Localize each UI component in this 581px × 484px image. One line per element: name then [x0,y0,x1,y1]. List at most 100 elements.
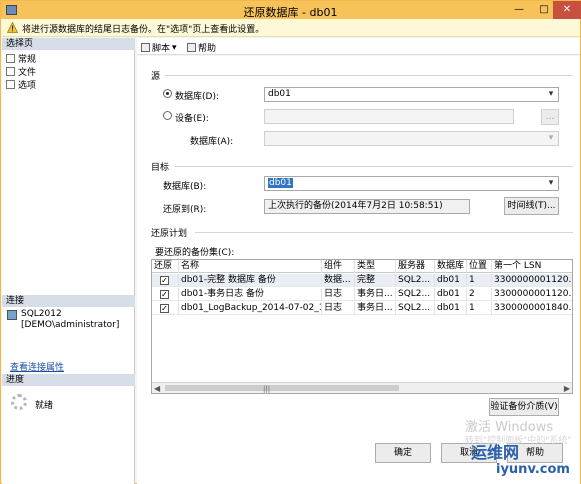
left-pane: 选择页 常规 文件 选项 连接 SQL2012 [DEMO\administra… [2,38,135,484]
progress-spinner-icon [11,394,27,410]
position-cell: 1 [467,274,492,287]
restore-cell[interactable]: ✓ [152,288,179,301]
name-cell: db01_LogBackup_2014-07-02_10... [179,302,322,315]
component-cell: 日志 [322,302,355,315]
page-label: 文件 [18,67,37,78]
divider [165,75,573,76]
connection-info: SQL2012 [DEMO\administrator] [21,309,119,331]
name-cell: db01-事务日志 备份 [179,288,322,301]
database-cell: db01 [435,288,467,301]
device-field[interactable] [264,109,514,124]
divider [195,232,573,233]
column-header[interactable]: 数据库 [435,260,467,273]
lsn-cell: 3300000001120... [494,289,572,299]
script-label: 脚本 [152,44,171,54]
lsn-cell: 3300000001120... [494,275,572,285]
device-radio[interactable] [163,111,172,120]
database-cell: db01 [435,274,467,287]
warning-text: 将进行源数据库的结尾日志备份。在"选项"页上查看此设置。 [22,25,265,35]
script-button[interactable]: 脚本 ▾ [141,41,177,54]
table-row[interactable]: ✓ db01-完整 数据库 备份 数据... 完整 SQL2... db01 1… [152,274,572,287]
lsn-cell: 3300000001840... [494,303,572,313]
help-label: 帮助 [198,44,217,54]
column-header[interactable]: 服务器 [396,260,435,273]
chevron-down-icon[interactable]: ▾ [546,177,556,190]
page-label: 常规 [18,54,37,65]
scrollbar-thumb[interactable]: ||| [165,385,399,393]
column-header[interactable]: 类型 [355,260,396,273]
page-general[interactable]: 常规 [6,52,37,65]
page-icon [6,79,15,89]
table-row[interactable]: ✓ db01-事务日志 备份 日志 事务日... SQL2... db01 2 … [152,288,572,301]
window-title: 还原数据库 - db01 [243,6,338,19]
restore-checkbox[interactable]: ✓ [160,276,169,285]
restore-database-window: 还原数据库 - db01 — □ ✕ 将进行源数据库的结尾日志备份。在"选项"页… [0,0,581,484]
toolbar: 脚本 ▾ 帮助 [137,38,580,55]
page-files[interactable]: 文件 [6,65,37,78]
column-header[interactable]: 还原 [152,260,179,273]
server-cell: SQL2... [396,288,435,301]
target-database-combo[interactable]: db01 ▾ [264,176,559,191]
device-database-combo[interactable]: ▾ [264,131,559,146]
chevron-down-icon[interactable]: ▾ [546,132,556,145]
column-header[interactable]: 位置 [467,260,492,273]
script-icon [141,43,150,52]
verify-backup-media-button[interactable]: 验证备份介质(V) [489,398,559,416]
type-cell: 事务日... [355,288,396,301]
restore-to-label: 还原到(R): [163,205,207,215]
database-radio[interactable] [163,89,172,98]
scroll-right-icon[interactable]: ▶ [564,384,570,393]
component-cell: 日志 [322,288,355,301]
type-cell: 完整 [355,274,396,287]
grid-header: 还原 名称 组件 类型 服务器 数据库 位置 第一个 LSN [152,260,572,273]
backup-sets-grid: 还原 名称 组件 类型 服务器 数据库 位置 第一个 LSN ✓ db01-完整… [151,259,573,394]
progress-header: 进度 [2,374,135,386]
page-label: 选项 [18,80,37,91]
progress-status: 就绪 [35,401,54,411]
page-options[interactable]: 选项 [6,78,37,91]
device-database-label: 数据库(A): [190,137,234,147]
target-database-label: 数据库(B): [163,182,207,192]
grip-icon: ||| [263,385,271,393]
column-header[interactable]: 组件 [322,260,355,273]
minimize-button[interactable]: — [506,1,532,19]
table-row[interactable]: ✓ db01_LogBackup_2014-07-02_10... 日志 事务日… [152,302,572,315]
restore-checkbox[interactable]: ✓ [160,304,169,313]
column-header[interactable]: 第一个 LSN [492,260,572,273]
chevron-down-icon[interactable]: ▾ [546,88,556,101]
connection-user: [DEMO\administrator] [21,320,120,330]
source-section-title: 源 [151,72,161,82]
target-database-value: db01 [268,178,293,188]
help-toolbar-button[interactable]: 帮助 [187,41,216,54]
target-section-title: 目标 [151,163,170,173]
source-database-combo[interactable]: db01 ▾ [264,87,559,102]
database-radio-label: 数据库(D): [175,92,219,102]
browse-device-button[interactable]: ... [541,109,559,125]
timeline-button[interactable]: 时间线(T)... [504,197,559,215]
restore-cell[interactable]: ✓ [152,274,179,287]
horizontal-scrollbar[interactable]: ◀ ||| ▶ [152,382,572,393]
server-cell: SQL2... [396,302,435,315]
ok-button[interactable]: 确定 [375,443,431,463]
site-logo: 运维网 [471,443,520,462]
title-bar: 还原数据库 - db01 — □ ✕ [1,1,581,19]
warning-bar: 将进行源数据库的结尾日志备份。在"选项"页上查看此设置。 [2,19,580,37]
backup-sets-label: 要还原的备份集(C): [155,248,235,258]
scroll-left-icon[interactable]: ◀ [154,384,160,393]
restore-checkbox[interactable]: ✓ [160,290,169,299]
column-header[interactable]: 名称 [179,260,322,273]
connection-header: 连接 [2,295,135,307]
database-cell: db01 [435,302,467,315]
restore-to-field: 上次执行的备份(2014年7月2日 10:58:51) [264,199,470,214]
page-icon [6,53,15,63]
name-cell: db01-完整 数据库 备份 [179,274,322,287]
source-database-value: db01 [268,89,291,99]
view-connection-properties-link[interactable]: 查看连接属性 [10,360,64,373]
select-page-header: 选择页 [2,38,135,50]
close-button[interactable]: ✕ [553,1,581,19]
site-url: iyunv.com [496,462,570,477]
position-cell: 2 [467,288,492,301]
restore-cell[interactable]: ✓ [152,302,179,315]
chevron-down-icon[interactable]: ▾ [172,43,177,53]
divider [175,166,573,167]
